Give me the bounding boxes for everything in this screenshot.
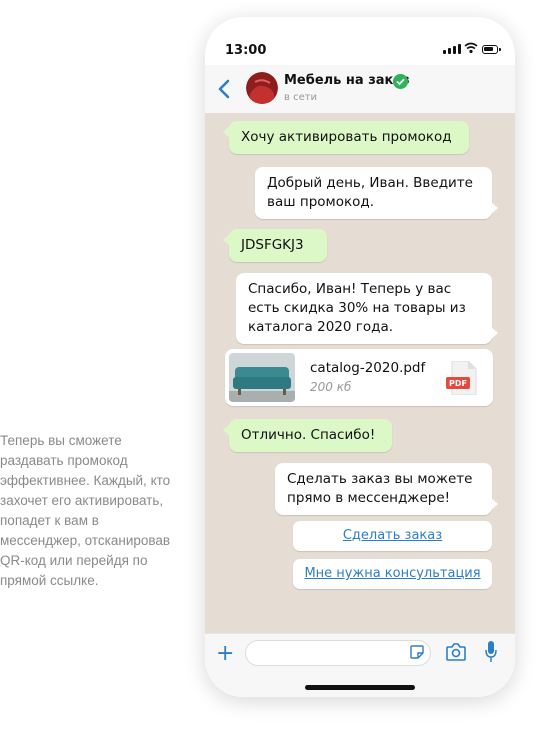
back-icon[interactable] xyxy=(213,77,237,101)
file-size: 200 кб xyxy=(310,380,352,394)
pdf-badge: PDF xyxy=(449,379,467,388)
promo-description: Теперь вы сможете раздавать промокод эфф… xyxy=(0,433,171,588)
consultation-button[interactable]: Мне нужна консультация xyxy=(293,559,492,589)
message-incoming: Добрый день, Иван. Введите ваш промокод. xyxy=(255,167,498,219)
chat-name[interactable]: Мебель на заказ xyxy=(284,73,410,88)
message-input[interactable] xyxy=(245,640,431,666)
message-text: Хочу активировать промокод xyxy=(241,129,452,145)
chat-header: Мебель на заказ в сети xyxy=(205,65,515,114)
signal-icon xyxy=(443,44,461,54)
order-button[interactable]: Сделать заказ xyxy=(293,521,492,551)
pdf-icon: PDF xyxy=(446,361,477,395)
status-time: 13:00 xyxy=(225,43,267,58)
home-indicator xyxy=(305,685,415,690)
phone-notch xyxy=(290,17,430,43)
catalog-thumbnail xyxy=(229,353,295,402)
message-incoming: Сделать заказ вы можете прямо в мессендж… xyxy=(275,463,498,515)
file-attachment[interactable]: catalog-2020.pdf 200 кб PDF xyxy=(225,349,493,406)
message-text: Спасибо, Иван! Теперь у вас есть скидка … xyxy=(248,281,466,335)
message-text: Отлично. Спасибо! xyxy=(241,427,376,443)
message-outgoing: Хочу активировать промокод xyxy=(223,121,469,154)
plus-icon[interactable]: + xyxy=(216,641,234,666)
order-button-label: Сделать заказ xyxy=(342,528,443,543)
mic-icon[interactable] xyxy=(485,641,497,663)
message-outgoing: Отлично. Спасибо! xyxy=(223,419,392,452)
message-incoming: Спасибо, Иван! Теперь у вас есть скидка … xyxy=(236,273,498,344)
message-text: Добрый день, Иван. Введите ваш промокод. xyxy=(267,175,473,210)
avatar[interactable] xyxy=(246,72,278,104)
chat-status: в сети xyxy=(284,92,318,103)
verified-icon xyxy=(393,74,408,89)
message-text: JDSFGKJ3 xyxy=(241,237,304,253)
camera-icon[interactable] xyxy=(446,643,466,661)
consultation-button-label: Мне нужна консультация xyxy=(304,566,481,581)
wifi-icon xyxy=(464,42,478,54)
message-outgoing: JDSFGKJ3 xyxy=(223,229,327,262)
message-text: Сделать заказ вы можете прямо в мессендж… xyxy=(287,471,473,506)
chat-area[interactable]: Хочу активировать промокод Добрый день, … xyxy=(205,113,515,633)
file-name[interactable]: catalog-2020.pdf xyxy=(310,360,425,376)
battery-icon xyxy=(482,45,501,54)
sticker-icon[interactable] xyxy=(410,645,424,659)
phone-mockup: 13:00 Мебель на заказ в сети Хочу активи… xyxy=(205,17,515,697)
